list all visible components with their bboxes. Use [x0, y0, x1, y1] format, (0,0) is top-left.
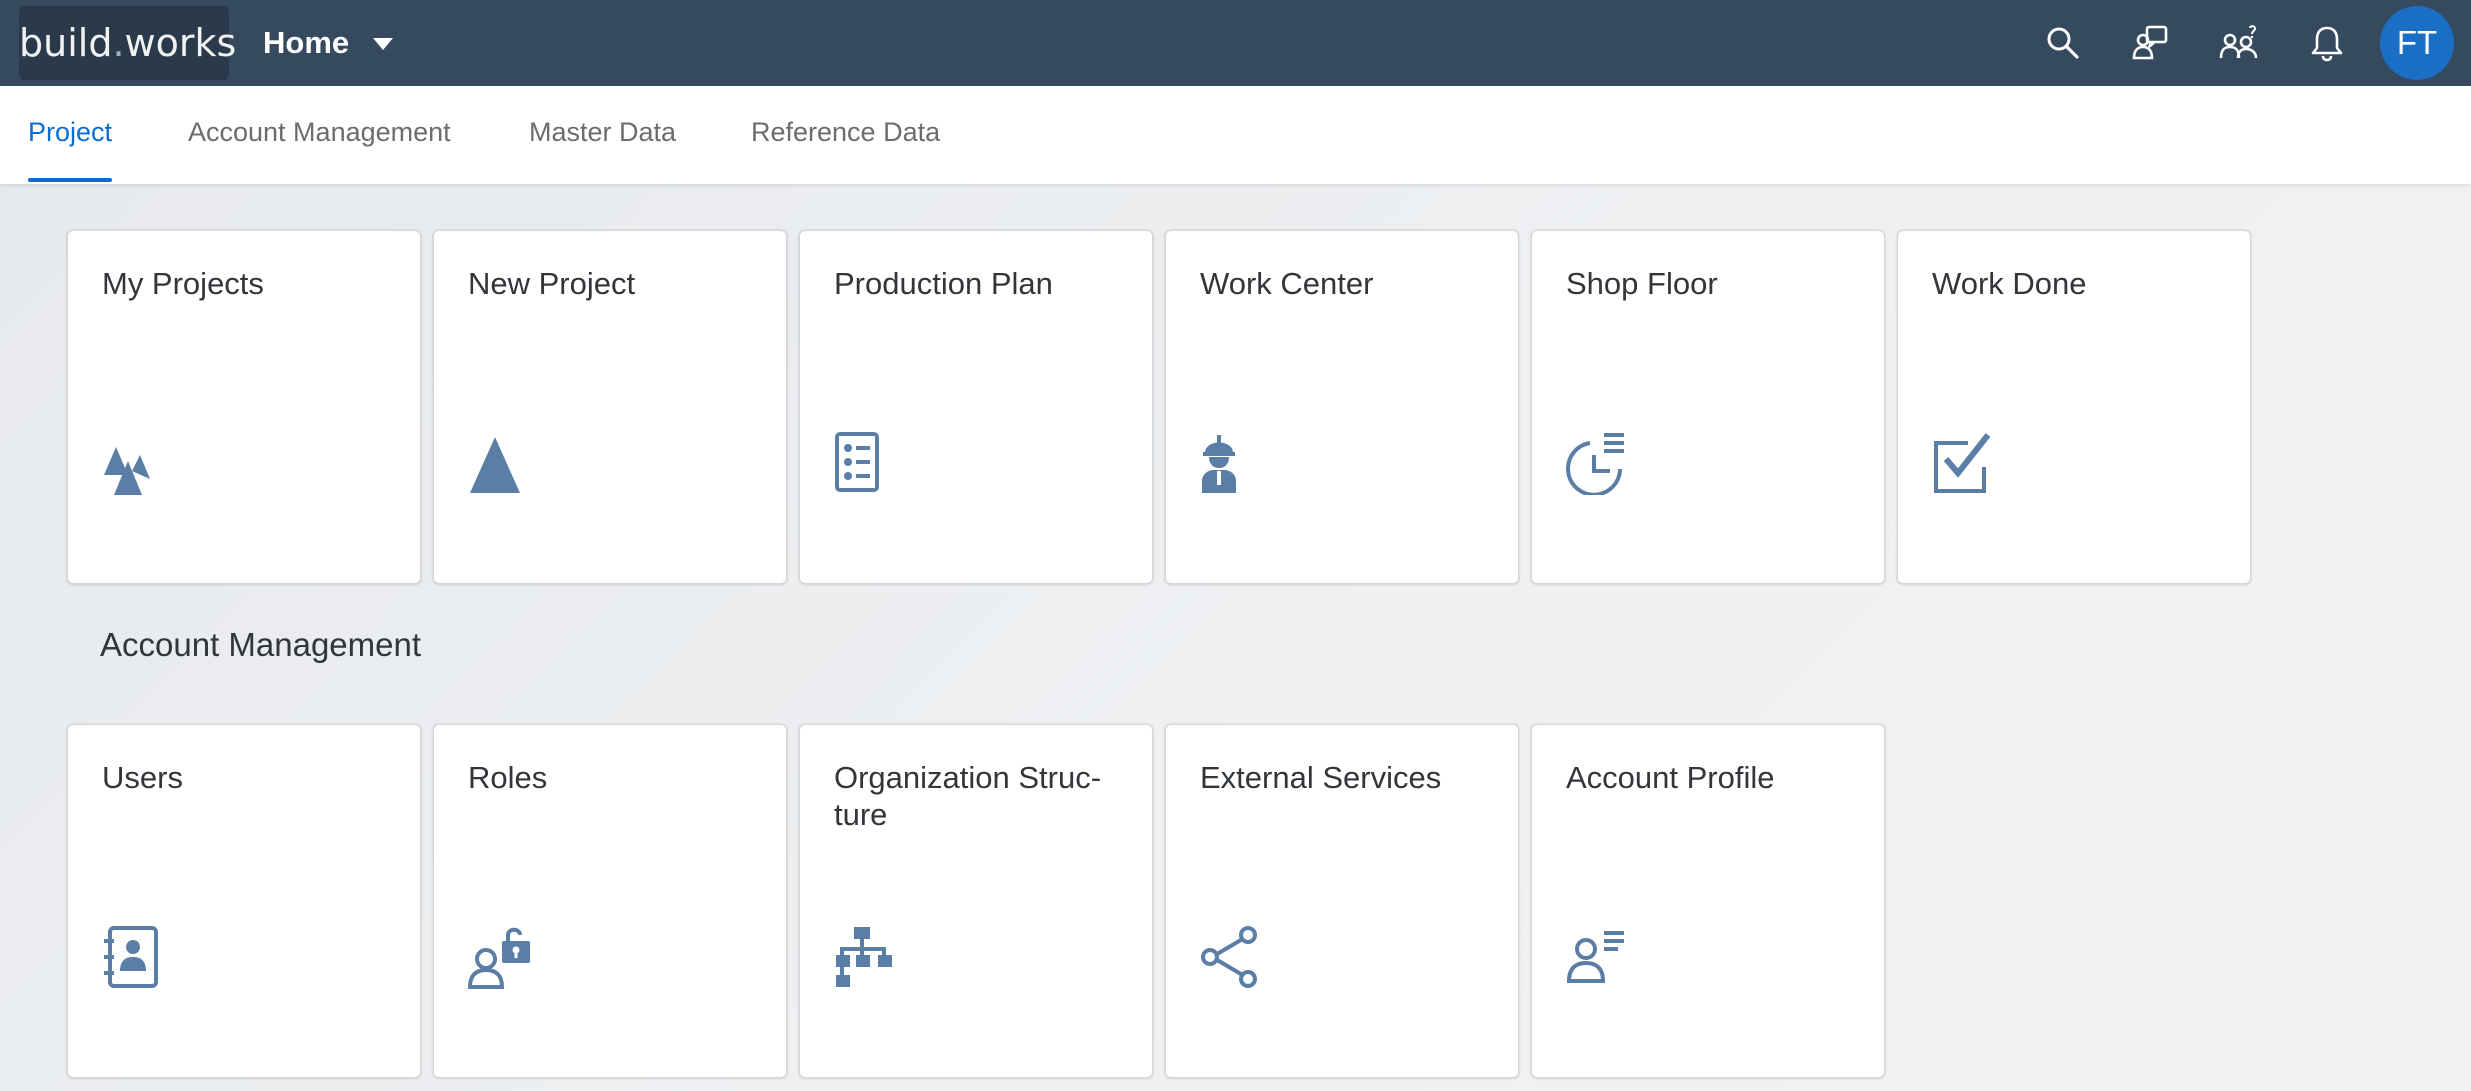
checkbox-icon [1932, 431, 1996, 495]
tile-title: External Services [1200, 760, 1442, 795]
logo-text-end: works [124, 21, 237, 65]
home-menu-label: Home [263, 25, 350, 60]
tile-title: Production Plan [834, 266, 1053, 301]
section-tab-bar: Project Account Management Master Data R… [0, 86, 2471, 184]
tile-shop-floor[interactable]: Shop Floor [1531, 230, 1885, 584]
mountains-icon [102, 431, 166, 495]
worker-icon [1200, 431, 1264, 495]
home-menu-button[interactable]: Home [263, 22, 394, 64]
search-button[interactable] [2038, 18, 2088, 68]
tile-users[interactable]: Users [67, 724, 421, 1078]
team-help-icon [2219, 25, 2258, 59]
tile-external-services[interactable]: External Services [1165, 724, 1519, 1078]
tile-title: New Project [468, 266, 636, 301]
team-help-button[interactable] [2214, 18, 2264, 68]
user-lock-icon [468, 925, 532, 989]
tile-title: Work Center [1200, 266, 1374, 301]
logo-text-dot: . [112, 21, 125, 65]
caret-down-icon [373, 38, 394, 50]
tile-my-projects[interactable]: My Projects [67, 230, 421, 584]
tab-reference-data[interactable]: Reference Data [751, 86, 940, 184]
shell-bar: build.works Home FT [0, 0, 2471, 86]
tile-title: Work Done [1932, 266, 2087, 301]
share-icon [1200, 925, 1264, 989]
tile-title: Organization Struc- ture [834, 760, 1102, 832]
tile-production-plan[interactable]: Production Plan [799, 230, 1153, 584]
user-profile-icon [1566, 925, 1630, 989]
notification-bell-icon [2311, 26, 2343, 62]
tile-title: My Projects [102, 266, 264, 301]
tile-title: Account Profile [1566, 760, 1775, 795]
tile-roles[interactable]: Roles [433, 724, 787, 1078]
feedback-icon [2132, 25, 2168, 60]
tile-account-profile[interactable]: Account Profile [1531, 724, 1885, 1078]
tab-account-management[interactable]: Account Management [188, 86, 451, 184]
tab-project[interactable]: Project [28, 86, 113, 184]
tile-work-done[interactable]: Work Done [1897, 230, 2251, 584]
tile-title: Users [102, 760, 183, 795]
tile-work-center[interactable]: Work Center [1165, 230, 1519, 584]
tile-title: Shop Floor [1566, 266, 1718, 301]
org-chart-icon [834, 925, 898, 989]
address-book-icon [102, 925, 166, 989]
tile-organization-structure[interactable]: Organization Struc- ture [799, 724, 1153, 1078]
feedback-button[interactable] [2126, 18, 2176, 68]
checklist-icon [834, 431, 898, 495]
tile-new-project[interactable]: New Project [433, 230, 787, 584]
triangle-icon [468, 431, 532, 495]
app-logo[interactable]: build.works [19, 6, 236, 80]
search-icon [2047, 27, 2079, 59]
logo-text-main: build [19, 21, 113, 65]
notifications-button[interactable] [2302, 18, 2352, 68]
user-avatar[interactable]: FT [2380, 6, 2454, 80]
tab-master-data[interactable]: Master Data [529, 86, 676, 184]
group-title-account-management: Account Management [100, 626, 422, 663]
pie-chart-list-icon [1566, 431, 1630, 495]
tile-title: Roles [468, 760, 548, 795]
